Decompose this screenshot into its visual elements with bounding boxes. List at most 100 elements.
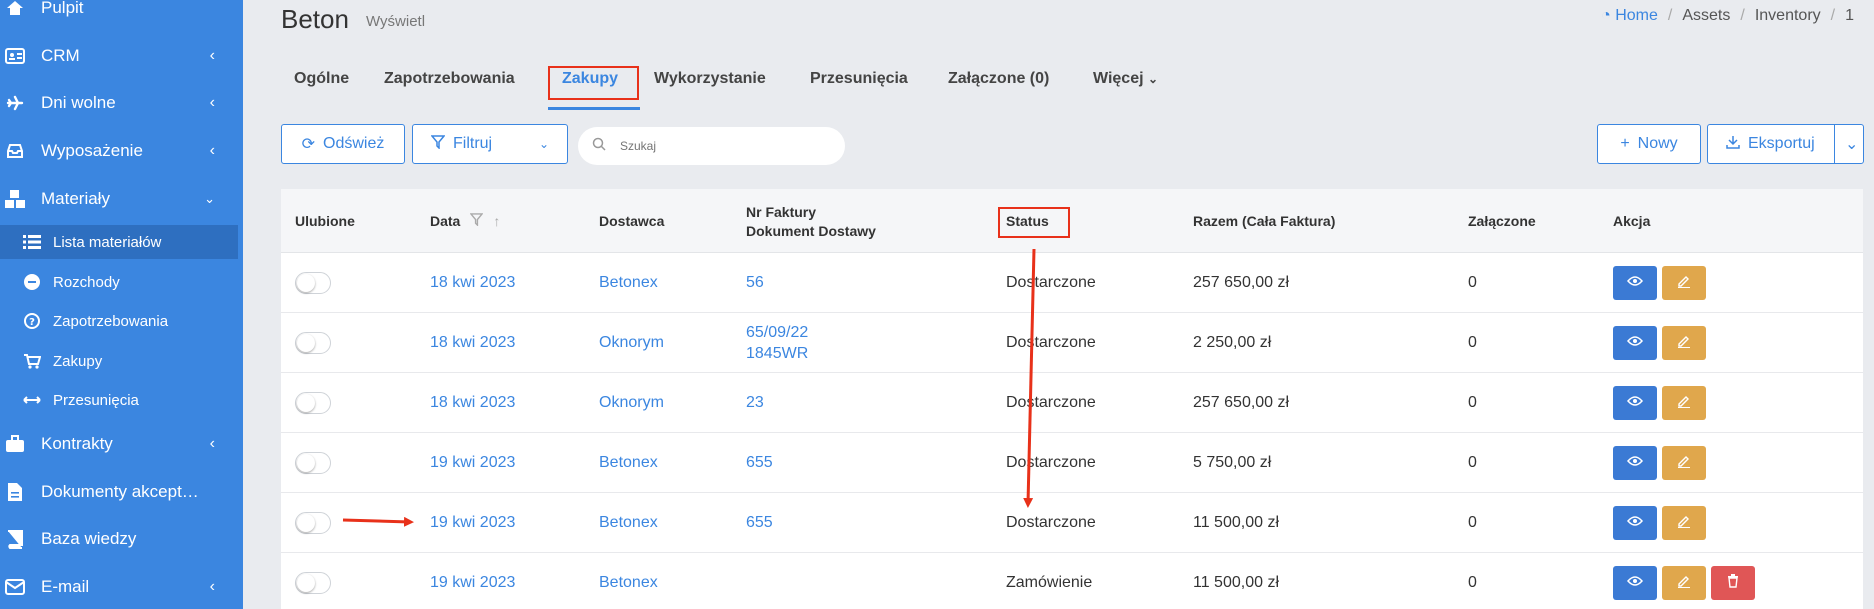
row-date-link[interactable]: 18 kwi 2023 bbox=[430, 392, 515, 413]
sidebar-item-kontrakty[interactable]: Kontrakty ‹ bbox=[0, 424, 243, 464]
sidebar-item-materialy[interactable]: Materiały ⌄ bbox=[0, 179, 243, 219]
sidebar-item-dokumenty[interactable]: Dokumenty akcept… bbox=[0, 472, 243, 512]
view-button[interactable] bbox=[1613, 446, 1657, 480]
pencil-icon bbox=[1677, 514, 1691, 533]
favorite-toggle[interactable] bbox=[295, 392, 331, 414]
plus-icon: + bbox=[1620, 135, 1630, 152]
view-button[interactable] bbox=[1613, 386, 1657, 420]
favorite-toggle[interactable] bbox=[295, 452, 331, 474]
sort-up-icon[interactable]: ↑ bbox=[493, 212, 500, 231]
sidebar-item-crm[interactable]: CRM ‹ bbox=[0, 36, 243, 76]
refresh-button[interactable]: ⟳ Odśwież bbox=[281, 124, 405, 164]
breadcrumb-assets[interactable]: Assets bbox=[1682, 7, 1730, 25]
breadcrumb-current: 1 bbox=[1845, 7, 1854, 24]
edit-button[interactable] bbox=[1662, 266, 1706, 300]
sidebar-item-email[interactable]: E-mail ‹ bbox=[0, 567, 243, 607]
tab-wiecej[interactable]: Więcej ⌄ bbox=[1093, 70, 1158, 88]
row-total: 11 500,00 zł bbox=[1193, 574, 1279, 591]
edit-button[interactable] bbox=[1662, 326, 1706, 360]
edit-button[interactable] bbox=[1662, 446, 1706, 480]
filter-label-group: Filtruj bbox=[430, 134, 492, 154]
breadcrumb-separator: / bbox=[1667, 7, 1673, 24]
search-input[interactable] bbox=[620, 139, 820, 153]
row-total: 5 750,00 zł bbox=[1193, 454, 1272, 471]
row-supplier-link[interactable]: Oknorym bbox=[599, 392, 664, 413]
refresh-icon: ⟳ bbox=[301, 136, 316, 153]
row-date-link[interactable]: 18 kwi 2023 bbox=[430, 272, 515, 293]
row-date-link[interactable]: 19 kwi 2023 bbox=[430, 512, 515, 533]
tab-wykorzystanie[interactable]: Wykorzystanie bbox=[654, 70, 766, 88]
row-supplier-link[interactable]: Betonex bbox=[599, 512, 658, 533]
row-date-link[interactable]: 19 kwi 2023 bbox=[430, 452, 515, 473]
row-attached: 0 bbox=[1468, 514, 1477, 531]
home-icon bbox=[4, 0, 26, 19]
favorite-toggle[interactable] bbox=[295, 572, 331, 594]
row-date-link[interactable]: 19 kwi 2023 bbox=[430, 572, 515, 593]
export-button[interactable]: Eksportuj ⌄ bbox=[1707, 124, 1864, 164]
eye-icon bbox=[1627, 274, 1643, 292]
view-button[interactable] bbox=[1613, 566, 1657, 600]
page-title: Beton bbox=[281, 4, 349, 34]
view-button[interactable] bbox=[1613, 326, 1657, 360]
chevron-down-icon: ⌄ bbox=[1845, 136, 1859, 153]
row-attached: 0 bbox=[1468, 334, 1477, 351]
plane-icon bbox=[4, 92, 26, 114]
row-invoice-link[interactable]: 65/09/22 1845WR bbox=[746, 322, 808, 364]
sidebar-subitem-label: Rozchody bbox=[53, 273, 120, 291]
tab-ogolne[interactable]: Ogólne bbox=[294, 70, 349, 88]
filter-dropdown-button[interactable]: Filtruj ⌄ bbox=[412, 124, 568, 164]
row-supplier-link[interactable]: Betonex bbox=[599, 452, 658, 473]
purchases-table: Ulubione Data ↑ Dostawca Nr Faktury Doku… bbox=[281, 189, 1863, 609]
favorite-toggle[interactable] bbox=[295, 512, 331, 534]
row-invoice-link[interactable]: 23 bbox=[746, 392, 764, 413]
highlight-box-status bbox=[998, 207, 1070, 238]
sidebar-item-wyposazenie[interactable]: Wyposażenie ‹ bbox=[0, 131, 243, 171]
sidebar-item-dni-wolne[interactable]: Dni wolne ‹ bbox=[0, 83, 243, 123]
edit-button[interactable] bbox=[1662, 386, 1706, 420]
eye-icon bbox=[1627, 394, 1643, 412]
header-date[interactable]: Data ↑ bbox=[430, 212, 500, 231]
sidebar-subitem-zakupy[interactable]: Zakupy bbox=[0, 344, 238, 378]
tab-zapotrzebowania[interactable]: Zapotrzebowania bbox=[384, 70, 515, 88]
view-button[interactable] bbox=[1613, 506, 1657, 540]
row-total: 257 650,00 zł bbox=[1193, 394, 1290, 411]
sidebar-item-baza-wiedzy[interactable]: Baza wiedzy bbox=[0, 519, 243, 559]
search-box[interactable] bbox=[578, 127, 845, 165]
header-favorites: Ulubione bbox=[295, 213, 355, 229]
breadcrumb-home[interactable]: ◔ Home bbox=[1601, 7, 1658, 25]
new-button[interactable]: + Nowy bbox=[1597, 124, 1701, 164]
file-icon bbox=[4, 481, 26, 503]
table-row: 18 kwi 2023 Betonex 56 Dostarczone 257 6… bbox=[281, 253, 1863, 313]
row-supplier-link[interactable]: Betonex bbox=[599, 272, 658, 293]
row-invoice-link[interactable]: 655 bbox=[746, 452, 773, 473]
tab-przesuniecia[interactable]: Przesunięcia bbox=[810, 70, 908, 88]
row-supplier-link[interactable]: Oknorym bbox=[599, 332, 664, 353]
filter-icon[interactable] bbox=[469, 212, 484, 231]
row-supplier-link[interactable]: Betonex bbox=[599, 572, 658, 593]
edit-button[interactable] bbox=[1662, 566, 1706, 600]
sidebar-subitem-lista-materialow[interactable]: Lista materiałów bbox=[0, 225, 238, 259]
delete-button[interactable] bbox=[1711, 566, 1755, 600]
breadcrumb-inventory[interactable]: Inventory bbox=[1755, 7, 1821, 25]
favorite-toggle[interactable] bbox=[295, 332, 331, 354]
view-button[interactable] bbox=[1613, 266, 1657, 300]
arrows-horizontal-icon bbox=[22, 390, 42, 410]
eye-icon bbox=[1627, 574, 1643, 592]
row-invoice-link[interactable]: 56 bbox=[746, 272, 764, 293]
sidebar-item-pulpit[interactable]: Pulpit bbox=[0, 0, 243, 28]
row-invoice-link[interactable]: 655 bbox=[746, 512, 773, 533]
split-divider bbox=[1834, 125, 1835, 163]
page-subtitle: Wyświetl bbox=[366, 13, 426, 30]
sidebar-item-label: Dokumenty akcept… bbox=[41, 482, 199, 501]
table-row: 19 kwi 2023 Betonex 655 Dostarczone 5 75… bbox=[281, 433, 1863, 493]
chevron-left-icon: ‹ bbox=[209, 435, 215, 452]
sidebar-item-label: Pulpit bbox=[41, 0, 84, 17]
sidebar-subitem-rozchody[interactable]: Rozchody bbox=[0, 265, 238, 299]
row-date-link[interactable]: 18 kwi 2023 bbox=[430, 332, 515, 353]
favorite-toggle[interactable] bbox=[295, 272, 331, 294]
tab-zalaczone[interactable]: Załączone (0) bbox=[948, 70, 1049, 88]
sidebar-subitem-przesuniecia[interactable]: Przesunięcia bbox=[0, 383, 238, 417]
sidebar-subitem-zapotrzebowania[interactable]: ? Zapotrzebowania bbox=[0, 304, 238, 338]
edit-button[interactable] bbox=[1662, 506, 1706, 540]
row-status: Dostarczone bbox=[1006, 334, 1096, 351]
